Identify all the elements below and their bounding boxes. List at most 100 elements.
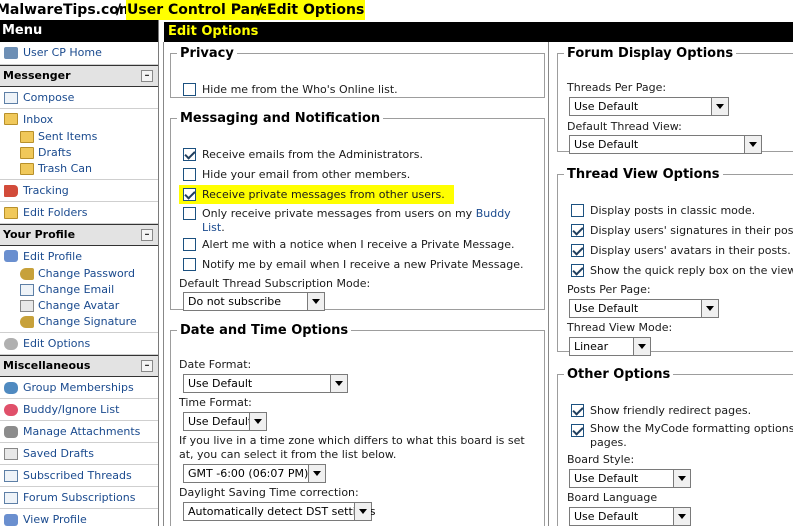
chevron-down-icon bbox=[701, 300, 718, 317]
classic-mode-label: Display posts in classic mode. bbox=[590, 204, 756, 217]
section-header-messenger: Messenger – bbox=[0, 65, 158, 87]
fieldset-messaging: Messaging and Notification Receive email… bbox=[170, 111, 545, 311]
subscribe-icon bbox=[4, 492, 18, 504]
thread-view-mode-select[interactable]: Linear bbox=[569, 337, 651, 356]
pen-icon bbox=[20, 316, 34, 328]
dst-label: Daylight Saving Time correction: bbox=[179, 486, 359, 499]
flag-icon bbox=[4, 185, 18, 197]
section-header-your-profile: Your Profile – bbox=[0, 224, 158, 246]
folder-icon bbox=[20, 163, 34, 175]
sidebar-item-inbox[interactable]: Inbox bbox=[0, 111, 158, 129]
threads-per-page-select[interactable]: Use Default bbox=[569, 97, 729, 116]
buddy-list-link[interactable]: List bbox=[202, 221, 221, 234]
column-divider bbox=[163, 42, 164, 526]
breadcrumb-ucp-link[interactable]: User Control Panel bbox=[126, 0, 276, 20]
sidebar-item-change-password[interactable]: Change Password bbox=[0, 266, 158, 282]
board-style-select[interactable]: Use Default bbox=[569, 469, 691, 488]
receive-pms-label: Receive private messages from other user… bbox=[202, 188, 445, 201]
admin-emails-label: Receive emails from the Administrators. bbox=[202, 148, 423, 161]
subscription-mode-label: Default Thread Subscription Mode: bbox=[179, 277, 371, 290]
sidebar-item-change-email[interactable]: Change Email bbox=[0, 282, 158, 298]
breadcrumb-separator: / bbox=[116, 2, 122, 18]
pm-email-checkbox[interactable] bbox=[183, 258, 196, 271]
invisible-checkbox[interactable] bbox=[183, 83, 196, 96]
paperclip-icon bbox=[4, 426, 18, 438]
collapse-icon[interactable]: – bbox=[141, 70, 153, 82]
breadcrumb-current: Edit Options bbox=[266, 0, 366, 20]
sidebar-item-saved-drafts[interactable]: Saved Drafts bbox=[0, 443, 158, 465]
chevron-down-icon bbox=[744, 136, 761, 153]
fieldset-legend: Date and Time Options bbox=[180, 323, 349, 338]
pm-alert-label: Alert me with a notice when I receive a … bbox=[202, 238, 515, 251]
fieldset-legend: Thread View Options bbox=[567, 167, 720, 182]
thread-view-mode-label: Thread View Mode: bbox=[567, 321, 673, 334]
mycode-checkbox[interactable] bbox=[571, 424, 584, 437]
page-title: Edit Options bbox=[164, 22, 793, 42]
timezone-select[interactable]: GMT -6:00 (06:07 PM) bbox=[183, 464, 326, 483]
sidebar-item-change-signature[interactable]: Change Signature bbox=[0, 314, 158, 330]
fieldset-other-options: Other Options Show friendly redirect pag… bbox=[557, 367, 793, 526]
date-format-select[interactable]: Use Default bbox=[183, 374, 348, 393]
collapse-icon[interactable]: – bbox=[141, 360, 153, 372]
show-signatures-checkbox[interactable] bbox=[571, 224, 584, 237]
breadcrumb-site-link[interactable]: MalwareTips.com bbox=[0, 0, 133, 20]
time-format-select[interactable]: Use Default bbox=[183, 412, 267, 431]
sidebar-item-usercp-home[interactable]: User CP Home bbox=[0, 42, 158, 65]
mycode-label: Show the MyCode formatting options bbox=[590, 422, 793, 435]
sidebar-item-manage-attachments[interactable]: Manage Attachments bbox=[0, 421, 158, 443]
fieldset-legend: Messaging and Notification bbox=[180, 111, 381, 126]
show-avatars-checkbox[interactable] bbox=[571, 244, 584, 257]
quick-reply-label: Show the quick reply box on the view bbox=[590, 264, 793, 277]
classic-mode-checkbox[interactable] bbox=[571, 204, 584, 217]
envelope-icon bbox=[20, 284, 34, 296]
sidebar-item-group-memberships[interactable]: Group Memberships bbox=[0, 377, 158, 399]
buddy-only-checkbox[interactable] bbox=[183, 207, 196, 220]
time-format-label: Time Format: bbox=[179, 396, 252, 409]
invisible-label: Hide me from the Who's Online list. bbox=[202, 83, 398, 96]
admin-emails-checkbox[interactable] bbox=[183, 148, 196, 161]
sidebar-item-forum-subscriptions[interactable]: Forum Subscriptions bbox=[0, 487, 158, 509]
pm-email-label: Notify me by email when I receive a new … bbox=[202, 258, 524, 271]
subscription-mode-select[interactable]: Do not subscribe bbox=[183, 292, 325, 311]
chevron-down-icon bbox=[711, 98, 728, 115]
sidebar-item-subscribed-threads[interactable]: Subscribed Threads bbox=[0, 465, 158, 487]
board-language-label: Board Language bbox=[567, 491, 658, 504]
collapse-icon[interactable]: – bbox=[141, 229, 153, 241]
sidebar-item-edit-profile[interactable]: Edit Profile bbox=[0, 248, 158, 266]
receive-pms-checkbox[interactable] bbox=[183, 188, 196, 201]
section-header-miscellaneous: Miscellaneous – bbox=[0, 355, 158, 377]
key-icon bbox=[20, 268, 34, 280]
sidebar-menu-title: Menu bbox=[0, 20, 158, 42]
chevron-down-icon bbox=[249, 413, 266, 430]
sidebar-item-view-profile[interactable]: View Profile bbox=[0, 509, 158, 526]
sidebar-item-edit-folders[interactable]: Edit Folders bbox=[0, 202, 158, 224]
hide-email-checkbox[interactable] bbox=[183, 168, 196, 181]
fieldset-legend: Privacy bbox=[180, 46, 234, 61]
sidebar-item-trash-can[interactable]: Trash Can bbox=[0, 161, 158, 177]
friendly-redirect-checkbox[interactable] bbox=[571, 404, 584, 417]
dst-select[interactable]: Automatically detect DST settings bbox=[183, 502, 376, 521]
chevron-down-icon bbox=[673, 508, 690, 525]
default-view-select[interactable]: Use Default bbox=[569, 135, 762, 154]
sidebar-item-tracking[interactable]: Tracking bbox=[0, 180, 158, 202]
sidebar-item-change-avatar[interactable]: Change Avatar bbox=[0, 298, 158, 314]
chevron-down-icon bbox=[354, 503, 371, 520]
fieldset-datetime: Date and Time Options Date Format: Use D… bbox=[170, 323, 545, 526]
quick-reply-checkbox[interactable] bbox=[571, 264, 584, 277]
sidebar: Menu User CP Home Messenger – Compose Inb… bbox=[0, 20, 159, 526]
sidebar-item-sent-items[interactable]: Sent Items bbox=[0, 129, 158, 145]
posts-per-page-select[interactable]: Use Default bbox=[569, 299, 719, 318]
folder-icon bbox=[20, 131, 34, 143]
fieldset-legend: Other Options bbox=[567, 367, 671, 382]
envelope-icon bbox=[4, 92, 18, 104]
fieldset-forum-display: Forum Display Options Threads Per Page: … bbox=[557, 46, 793, 154]
sidebar-item-buddy-list[interactable]: Buddy/Ignore List bbox=[0, 399, 158, 421]
sidebar-item-drafts[interactable]: Drafts bbox=[0, 145, 158, 161]
show-signatures-label: Display users' signatures in their pos bbox=[590, 224, 793, 237]
board-style-label: Board Style: bbox=[567, 453, 635, 466]
buddy-link[interactable]: Buddy bbox=[476, 207, 511, 220]
sidebar-item-compose[interactable]: Compose bbox=[0, 87, 158, 109]
board-language-select[interactable]: Use Default bbox=[569, 507, 691, 526]
pm-alert-checkbox[interactable] bbox=[183, 238, 196, 251]
sidebar-item-edit-options[interactable]: Edit Options bbox=[0, 333, 158, 355]
